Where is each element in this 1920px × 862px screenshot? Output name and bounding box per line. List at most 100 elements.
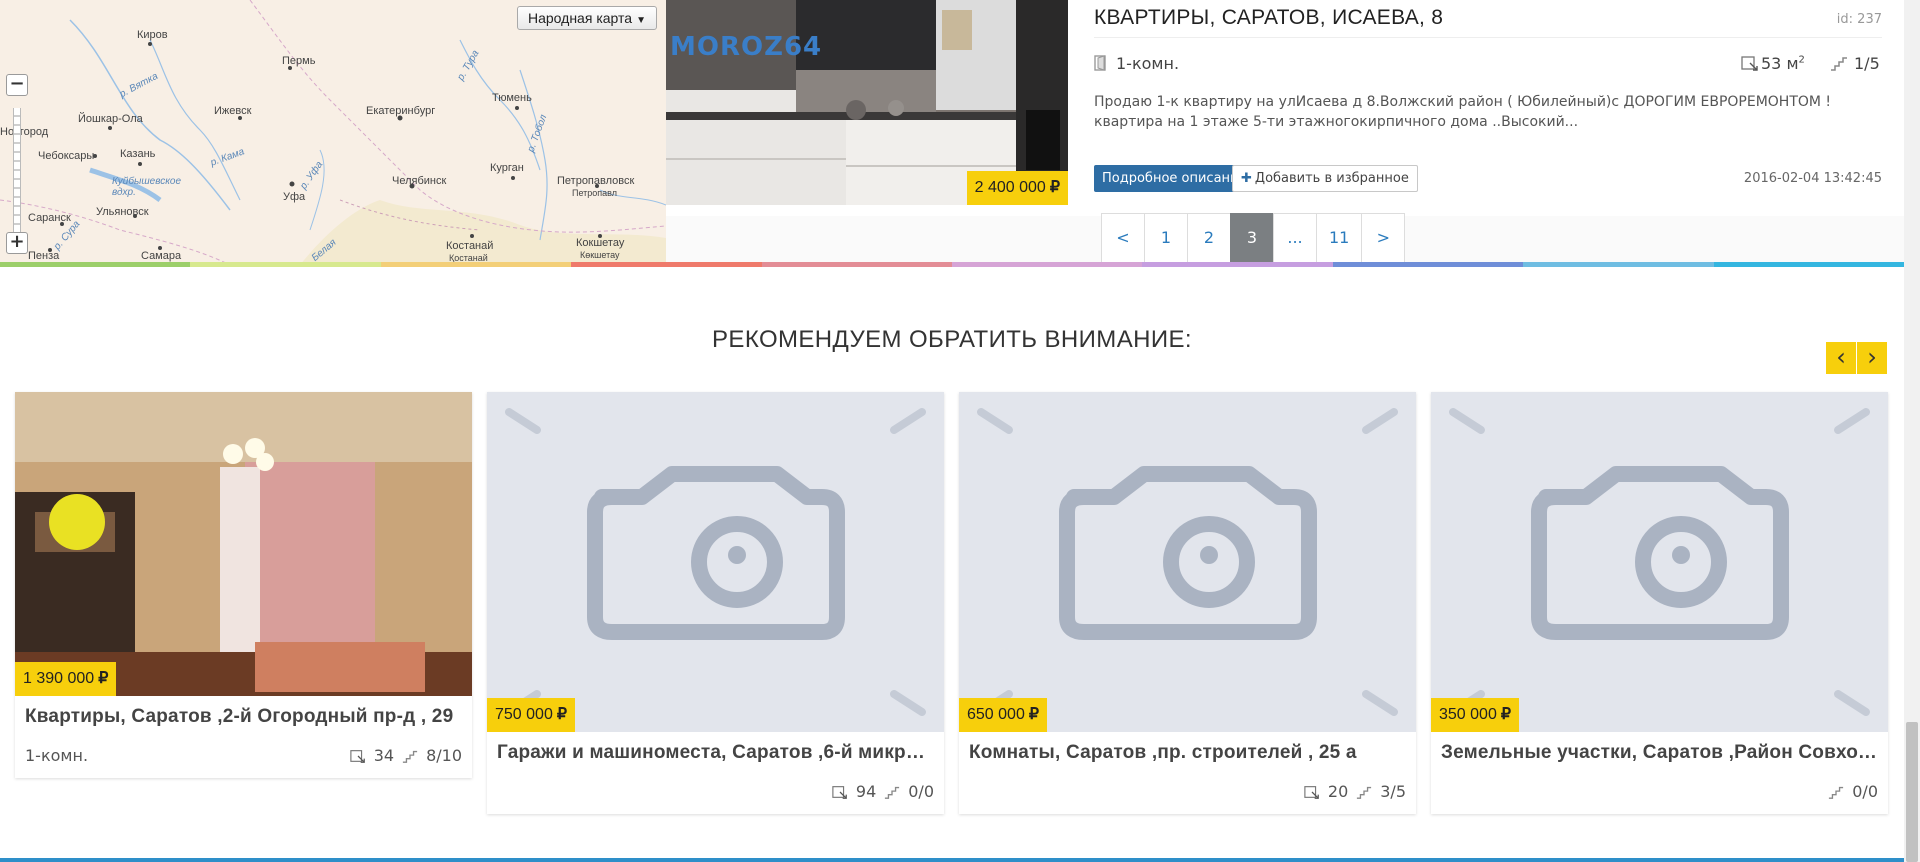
- card-title[interactable]: Гаражи и машиноместа, Саратов ,6-й микро…: [487, 732, 944, 772]
- add-favorite-button[interactable]: ✚ Добавить в избранное: [1232, 165, 1418, 192]
- map-city-label: Чебоксары: [38, 150, 95, 162]
- listing-info: КВАРТИРЫ, САРАТОВ, ИСАЕВА, 8 id: 237 1-к…: [1068, 0, 1904, 216]
- footer-stripe: [0, 858, 1904, 862]
- map[interactable]: Киров Пермь Тюмень Йошкар-Ола Ижевск Ека…: [0, 0, 666, 265]
- card-photo-placeholder[interactable]: 350 000 ₽: [1431, 392, 1888, 732]
- card-price-tag: 350 000 ₽: [1431, 698, 1520, 732]
- map-city-label: Курган: [490, 162, 524, 174]
- pagination-page[interactable]: 1: [1144, 213, 1188, 263]
- card-meta: 94 0/0: [487, 772, 944, 814]
- pagination-page[interactable]: 11: [1316, 213, 1363, 263]
- color-strip-segment: [1523, 262, 1714, 267]
- divider: [1094, 37, 1882, 38]
- recommended-card[interactable]: 750 000 ₽ Гаражи и машиноместа, Саратов ,…: [487, 392, 944, 814]
- card-price-tag: 750 000 ₽: [487, 698, 576, 732]
- pagination-next[interactable]: >: [1361, 213, 1406, 263]
- card-price-tag: 1 390 000 ₽: [15, 662, 117, 696]
- listing-rooms: 1-комн.: [1094, 54, 1179, 73]
- card-title[interactable]: Земельные участки, Саратов ,Район Совхоз…: [1431, 732, 1888, 772]
- zoom-out-button[interactable]: −: [6, 74, 28, 96]
- color-strip-segment: [380, 262, 572, 267]
- map-city-label: Тюмень: [492, 92, 532, 104]
- area-icon: [350, 749, 365, 763]
- map-city-label: Самара: [141, 250, 182, 262]
- scrollbar-thumb[interactable]: [1906, 722, 1918, 862]
- camera-placeholder-icon: [1431, 392, 1888, 732]
- zoom-in-button[interactable]: +: [6, 232, 28, 254]
- card-photo[interactable]: 1 390 000 ₽: [15, 392, 472, 696]
- card-rooms: 1-комн.: [25, 746, 89, 765]
- map-city-label: Пенза: [28, 250, 60, 262]
- plus-icon: ✚: [1241, 171, 1252, 186]
- card-title[interactable]: Квартиры, Саратов ,2-й Огородный пр-д , …: [15, 696, 472, 736]
- card-price: 1 390 000: [23, 670, 95, 687]
- color-strip-segment: [0, 262, 191, 267]
- stairs-icon: [1357, 786, 1372, 799]
- card-meta: 20 3/5: [959, 772, 1416, 814]
- color-strip-segment: [761, 262, 953, 267]
- pagination-prev[interactable]: <: [1101, 213, 1145, 263]
- listing-price: 2 400 000: [974, 179, 1046, 196]
- area-icon: [832, 785, 847, 799]
- zoom-slider[interactable]: [13, 108, 21, 234]
- map-city-label: Йошкар-Ола: [78, 113, 143, 125]
- chevron-left-icon: ‹: [1836, 343, 1846, 371]
- map-city-label: Ульяновск: [96, 206, 149, 218]
- map-city-label: Көкшетау: [580, 250, 620, 260]
- floor-value: 1/5: [1854, 54, 1880, 73]
- area-unit-sup: 2: [1798, 54, 1805, 66]
- listing-photo[interactable]: MOROZ64 2 400 000 ₽: [666, 0, 1068, 205]
- card-photo-placeholder[interactable]: 650 000 ₽: [959, 392, 1416, 732]
- pagination-page[interactable]: ...: [1273, 213, 1317, 263]
- room-photo: [15, 392, 472, 696]
- photo-watermark: MOROZ64: [670, 32, 823, 62]
- listing-id: id: 237: [1836, 12, 1882, 27]
- card-photo-placeholder[interactable]: 750 000 ₽: [487, 392, 944, 732]
- color-strip-segment: [571, 262, 762, 267]
- area-icon: [1304, 785, 1319, 799]
- camera-placeholder-icon: [487, 392, 944, 732]
- details-button[interactable]: Подробное описание: [1094, 165, 1255, 192]
- card-area: 94: [855, 782, 877, 801]
- listing-description: Продаю 1-к квартиру на улИсаева д 8.Волж…: [1094, 94, 1832, 130]
- pagination-page[interactable]: 3: [1230, 213, 1274, 263]
- card-area: 34: [373, 746, 395, 765]
- area-icon: [1741, 56, 1758, 71]
- color-strip: [0, 262, 1905, 267]
- card-meta: 0/0: [1431, 772, 1888, 814]
- color-strip-segment: [1332, 262, 1524, 267]
- map-city-label: Петропавл: [572, 188, 618, 198]
- listing-title[interactable]: КВАРТИРЫ, САРАТОВ, ИСАЕВА, 8: [1094, 6, 1443, 30]
- color-strip-segment: [1713, 262, 1905, 267]
- recommended-card[interactable]: 350 000 ₽ Земельные участки, Саратов ,Рай…: [1431, 392, 1888, 814]
- stairs-icon: [885, 786, 900, 799]
- area-value: 53 м: [1761, 54, 1799, 73]
- card-price: 750 000: [495, 706, 553, 723]
- ruble-icon: ₽: [1500, 706, 1512, 723]
- ruble-icon: ₽: [1028, 706, 1040, 723]
- recommended-card[interactable]: 1 390 000 ₽ Квартиры, Саратов ,2-й Огород…: [15, 392, 472, 778]
- map-city-label: Уфа: [283, 191, 306, 203]
- card-floor: 8/10: [426, 746, 462, 765]
- card-title[interactable]: Комнаты, Саратов ,пр. строителей , 25 а: [959, 732, 1416, 772]
- map-type-label: Народная карта: [528, 10, 633, 26]
- map-city-label: Ижевск: [214, 105, 252, 117]
- card-area: 20: [1327, 782, 1349, 801]
- card-floor: 0/0: [908, 782, 934, 801]
- caret-down-icon: ▼: [636, 15, 646, 26]
- carousel-next-button[interactable]: ›: [1857, 342, 1887, 374]
- stairs-icon: [402, 750, 418, 763]
- pagination-page[interactable]: 2: [1187, 213, 1231, 263]
- recommended-card[interactable]: 650 000 ₽ Комнаты, Саратов ,пр. строителе…: [959, 392, 1416, 814]
- map-city-label: Пермь: [282, 55, 316, 67]
- map-city-label: Костанай: [446, 240, 494, 252]
- map-city-label: Кокшетау: [576, 237, 625, 249]
- card-price: 350 000: [1439, 706, 1497, 723]
- chevron-right-icon: ›: [1867, 343, 1877, 371]
- map-type-dropdown[interactable]: Народная карта ▼: [517, 6, 657, 30]
- stairs-icon: [1831, 57, 1847, 71]
- color-strip-segment: [1142, 262, 1333, 267]
- map-city-label: Челябинск: [392, 175, 447, 187]
- card-floor: 0/0: [1852, 782, 1878, 801]
- carousel-prev-button[interactable]: ‹: [1826, 342, 1856, 374]
